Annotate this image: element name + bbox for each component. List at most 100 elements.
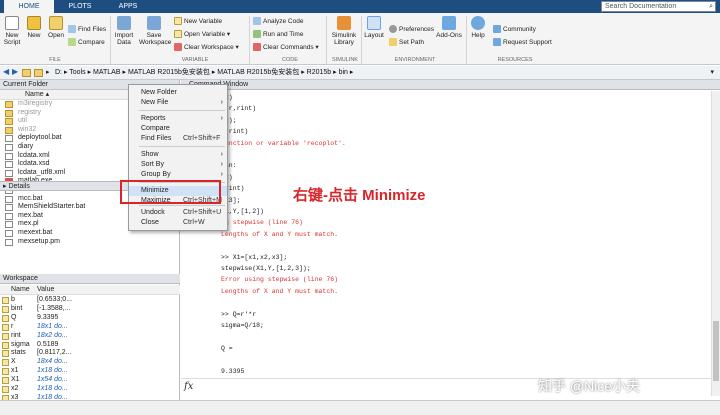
context-menu-new-folder[interactable]: New Folder (129, 88, 227, 98)
set-path-button[interactable]: Set Path (389, 38, 424, 48)
file-name: registry (18, 108, 41, 116)
toolstrip: New Script New Open Find Files Compare I… (0, 13, 720, 65)
context-menu-show[interactable]: Show › (129, 150, 227, 160)
breadcrumb-item[interactable]: Tools (69, 69, 85, 76)
breadcrumb-item[interactable]: bin (339, 69, 348, 76)
variable-value: 9.3395 (37, 313, 59, 321)
preferences-button[interactable]: Preferences (389, 25, 434, 35)
search-documentation-input[interactable]: Search Documentation ⌕ (601, 1, 716, 12)
context-menu-group-by[interactable]: Group By › (129, 170, 227, 180)
workspace-row[interactable]: rint 18x2 do... (0, 332, 180, 341)
breadcrumb-item[interactable]: D: (55, 69, 62, 76)
file-icon (5, 212, 13, 220)
variable-value: 1x18 do... (37, 367, 68, 375)
workspace-row[interactable]: b [0.6533;0... (0, 296, 180, 305)
new-script-button[interactable]: New Script (3, 16, 21, 46)
command-window[interactable]: (2)t(r,rint)(2);r,rint) function or vari… (181, 91, 711, 396)
workspace-row[interactable]: bint [-1.3588,... (0, 305, 180, 314)
run-and-time-button[interactable]: Run and Time (253, 30, 303, 40)
open-label: Open (48, 32, 64, 39)
context-menu-find-files[interactable]: Find Files Ctrl+Shift+F (129, 134, 227, 144)
file-name: mex.bat (18, 211, 43, 219)
file-name: MemShieldStarter.bat (18, 203, 86, 211)
workspace-row[interactable]: X 18x4 do... (0, 358, 180, 367)
context-menu-undock[interactable]: Undock Ctrl+Shift+U (129, 208, 227, 218)
add-ons-button[interactable]: Add-Ons (435, 16, 463, 39)
file-name: m3iregistry (18, 100, 53, 107)
workspace-row[interactable]: x2 1x18 do... (0, 385, 180, 394)
new-variable-button[interactable]: New Variable (174, 17, 222, 27)
menu-item-label: Compare (141, 125, 170, 132)
new-variable-icon (174, 17, 182, 26)
analyze-code-button[interactable]: Analyze Code (253, 17, 303, 27)
back-arrow-icon[interactable]: ◀ (3, 67, 9, 76)
open-button[interactable]: Open (47, 16, 65, 39)
workspace-name-header[interactable]: Name (11, 285, 30, 295)
tab-plots[interactable]: PLOTS (58, 0, 102, 13)
community-button[interactable]: Community (493, 25, 536, 35)
tab-apps[interactable]: APPS (106, 0, 150, 13)
variable-value: 0.5189 (37, 340, 59, 348)
find-files-button[interactable]: Find Files (68, 25, 106, 35)
new-script-icon (5, 16, 19, 30)
breadcrumb[interactable]: D: ▸ Tools ▸ MATLAB ▸ MATLAB R2015b免安装包 … (55, 67, 353, 79)
scrollbar-thumb[interactable] (713, 321, 719, 381)
variable-value: [-1.3588,... (37, 304, 71, 312)
browse-folder-icon[interactable] (34, 69, 43, 77)
compare-icon (68, 38, 76, 47)
command-window-scrollbar[interactable] (711, 91, 720, 396)
workspace-row[interactable]: Q 9.3395 (0, 314, 180, 323)
variable-value: 18x4 do... (37, 358, 68, 366)
file-icon (5, 204, 13, 212)
variable-name: sigma (11, 340, 30, 348)
save-workspace-button[interactable]: Save Workspace (139, 16, 171, 46)
command-output-line: Q = (221, 344, 233, 352)
file-name: win32 (18, 125, 37, 133)
request-support-button[interactable]: Request Support (493, 38, 552, 48)
path-dropdown-icon[interactable]: ▾ (710, 68, 714, 76)
breadcrumb-item[interactable]: MATLAB R2015b免安装包 (128, 69, 210, 76)
clear-workspace-button[interactable]: Clear Workspace ▾ (174, 43, 239, 53)
context-menu-sort-by[interactable]: Sort By › (129, 160, 227, 170)
variable-icon (2, 350, 9, 358)
file-icon (5, 229, 13, 237)
breadcrumb-item[interactable]: MATLAB (93, 69, 121, 76)
compare-button[interactable]: Compare (68, 38, 105, 48)
workspace-row[interactable]: x1 1x18 do... (0, 367, 180, 376)
workspace-row[interactable]: X1 1x54 do... (0, 376, 180, 385)
search-icon[interactable]: ⌕ (709, 2, 713, 11)
workspace-row[interactable]: stats [0.8117,2... (0, 349, 180, 358)
workspace-row[interactable]: r 18x1 do... (0, 323, 180, 332)
submenu-arrow-icon: › (220, 99, 223, 106)
workspace-row[interactable]: sigma 0.5189 (0, 341, 180, 350)
context-menu-compare[interactable]: Compare (129, 124, 227, 134)
preferences-label: Preferences (399, 26, 435, 33)
context-menu-reports[interactable]: Reports › (129, 114, 227, 124)
context-menu-new-file[interactable]: New File › (129, 98, 227, 108)
workspace-value-header[interactable]: Value (37, 285, 54, 295)
file-list-item[interactable]: mexsetup.pm (0, 238, 179, 247)
submenu-arrow-icon: › (220, 151, 223, 158)
workspace-column-header: Name Value (0, 285, 180, 295)
import-data-button[interactable]: Import Data (113, 16, 135, 46)
simulink-library-button[interactable]: Simulink Library (329, 16, 359, 46)
tab-home[interactable]: HOME (4, 0, 54, 13)
variable-icon (2, 323, 9, 331)
up-folder-icon[interactable] (22, 69, 31, 77)
clear-commands-button[interactable]: Clear Commands ▾ (253, 43, 319, 53)
open-variable-button[interactable]: Open Variable ▾ (174, 30, 230, 40)
layout-button[interactable]: Layout (363, 16, 385, 39)
breadcrumb-item[interactable]: MATLAB R2015b免安装包 (217, 69, 299, 76)
new-button[interactable]: New (25, 16, 43, 39)
folder-icon (5, 109, 13, 117)
context-menu-close[interactable]: Close Ctrl+W (129, 218, 227, 228)
breadcrumb-item[interactable]: R2015b (307, 69, 332, 76)
menu-item-label: Close (141, 219, 159, 226)
help-button[interactable]: Help (469, 16, 487, 39)
help-label: Help (471, 32, 485, 39)
command-output-line: ng stepwise (line 76) (221, 219, 303, 227)
gear-icon (389, 25, 397, 34)
file-name: mexext.bat (18, 228, 53, 236)
new-icon (27, 16, 41, 30)
forward-arrow-icon[interactable]: ▶ (12, 67, 18, 76)
